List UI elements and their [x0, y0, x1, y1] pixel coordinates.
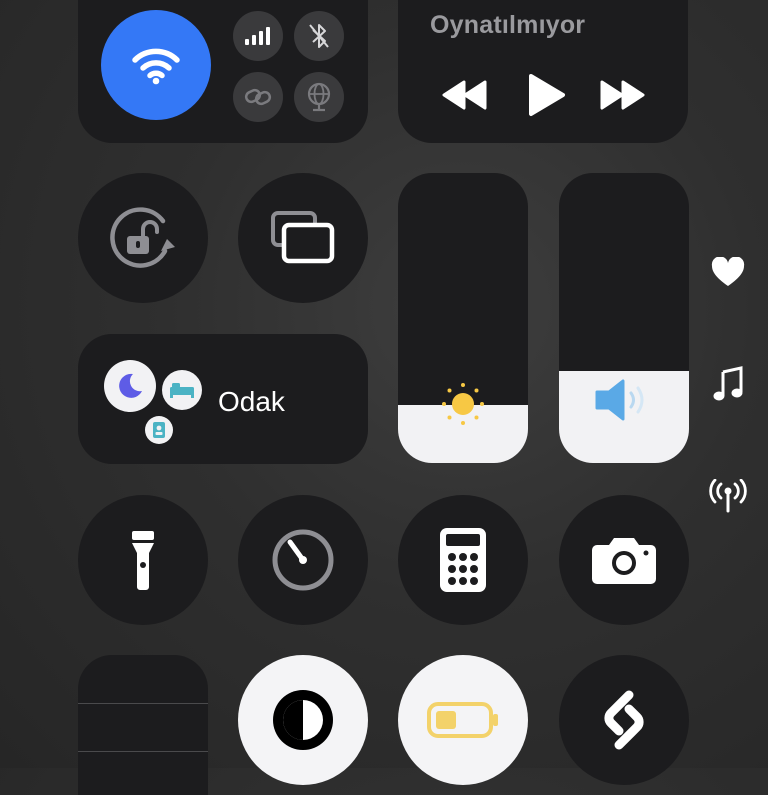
- connectivity-page-indicator[interactable]: [708, 476, 748, 516]
- wifi-icon: [132, 48, 180, 85]
- music-note-icon: [713, 366, 743, 401]
- calculator-icon: [440, 528, 486, 592]
- bed-icon-badge: [162, 370, 202, 410]
- hotspot-button[interactable]: [294, 72, 344, 122]
- dark-mode-icon: [273, 690, 333, 750]
- personal-hotspot-icon: [307, 82, 331, 112]
- rotation-lock-button[interactable]: [78, 173, 208, 303]
- heart-icon: [711, 257, 745, 286]
- volume-slider[interactable]: [559, 173, 689, 463]
- media-title: Oynatılmıyor: [430, 11, 586, 39]
- antenna-icon: [709, 479, 747, 513]
- notes-button[interactable]: [78, 655, 208, 795]
- fast-forward-icon[interactable]: [599, 80, 645, 110]
- rewind-icon[interactable]: [442, 80, 488, 110]
- cellular-button[interactable]: [233, 11, 283, 61]
- favorites-page-indicator[interactable]: [708, 252, 748, 292]
- moon-icon: [119, 373, 142, 398]
- camera-button[interactable]: [559, 495, 689, 625]
- music-page-indicator[interactable]: [708, 364, 748, 404]
- low-power-mode-icon: [427, 702, 498, 738]
- shazam-icon: [604, 690, 644, 750]
- play-icon[interactable]: [526, 73, 566, 117]
- moon-icon-badge: [104, 360, 156, 412]
- low-power-mode-button[interactable]: [398, 655, 528, 785]
- bluetooth-off-icon: [309, 24, 329, 48]
- flashlight-icon: [132, 531, 154, 590]
- notes-line: [78, 751, 208, 752]
- id-badge-icon: [153, 422, 165, 438]
- notes-line: [78, 703, 208, 704]
- calculator-button[interactable]: [398, 495, 528, 625]
- airdrop-icon: [244, 88, 272, 106]
- speaker-icon: [595, 379, 644, 421]
- connectivity-module: [78, 0, 368, 143]
- brightness-slider[interactable]: [398, 173, 528, 463]
- wifi-button[interactable]: [101, 10, 211, 120]
- screen-mirroring-icon: [271, 211, 335, 264]
- bed-icon: [170, 383, 194, 398]
- timer-button[interactable]: [238, 495, 368, 625]
- flashlight-button[interactable]: [78, 495, 208, 625]
- cellular-signal-icon: [245, 27, 270, 45]
- shazam-button[interactable]: [559, 655, 689, 785]
- id-badge-icon-badge: [145, 416, 173, 444]
- bluetooth-button[interactable]: [294, 11, 344, 61]
- rotation-lock-icon: [110, 207, 175, 268]
- sun-icon: [442, 383, 484, 425]
- camera-icon: [592, 538, 656, 584]
- screen-mirroring-button[interactable]: [238, 173, 368, 303]
- focus-label: Odak: [218, 386, 285, 417]
- airdrop-button[interactable]: [233, 72, 283, 122]
- timer-icon: [272, 529, 334, 591]
- dark-mode-button[interactable]: [238, 655, 368, 785]
